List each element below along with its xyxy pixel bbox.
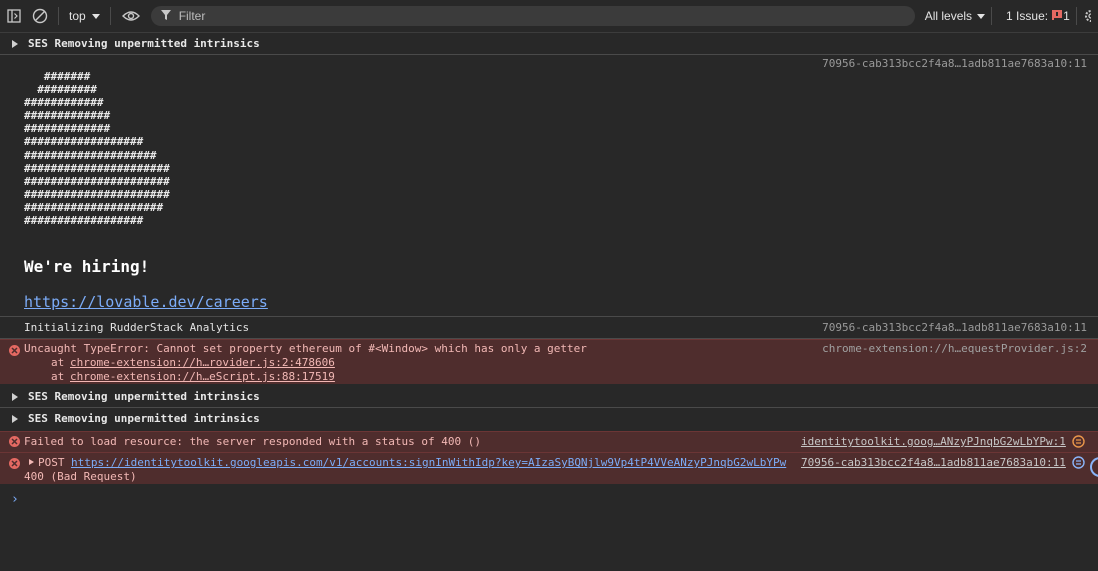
floating-assistant-icon[interactable] — [1090, 457, 1098, 477]
request-url-link[interactable]: https://identitytoolkit.googleapis.com/v… — [71, 456, 786, 469]
toolbar-divider — [109, 7, 111, 25]
stack-frame-link[interactable]: chrome-extension://h…eScript.js:88:17519 — [70, 370, 335, 383]
issue-flag-icon — [1052, 9, 1063, 23]
toolbar-divider — [991, 7, 993, 25]
issues-badge: 1 — [1052, 9, 1070, 23]
expand-triangle-icon[interactable] — [12, 40, 18, 48]
ascii-art-logo: ####### ######### ############ #########… — [24, 70, 170, 228]
network-request-icon[interactable] — [1072, 456, 1085, 472]
source-location[interactable]: 70956-cab313bcc2f4a8…1adb811ae7683a10:11 — [822, 57, 1087, 70]
group-label: SES Removing unpermitted intrinsics — [28, 412, 260, 425]
eye-icon[interactable] — [119, 4, 143, 28]
message-text: Initializing RudderStack Analytics — [24, 321, 250, 334]
clear-console-icon[interactable] — [28, 4, 52, 28]
toolbar-divider — [58, 7, 59, 25]
issues-count: 1 — [1063, 9, 1070, 23]
context-label: top — [69, 9, 86, 23]
source-location[interactable]: chrome-extension://h…equestProvider.js:2 — [822, 342, 1087, 355]
console-error-message: POST https://identitytoolkit.googleapis.… — [0, 452, 1098, 484]
stack-frame-link[interactable]: chrome-extension://h…rovider.js:2:478606 — [70, 356, 335, 369]
issues-button[interactable]: 1 Issue: 1 — [998, 9, 1070, 23]
console-error-message: Uncaught TypeError: Cannot set property … — [0, 339, 1098, 384]
console-message-group[interactable]: SES Removing unpermitted intrinsics — [0, 386, 1098, 408]
console-toolbar: top All levels 1 Issue: 1 — [0, 0, 1098, 33]
toolbar-divider — [1075, 7, 1077, 25]
stack-frame-prefix: at — [51, 356, 65, 369]
console-message: Initializing RudderStack Analytics 70956… — [0, 317, 1098, 339]
careers-link[interactable]: https://lovable.dev/careers — [24, 293, 268, 311]
filter-icon — [160, 9, 171, 23]
log-levels-label: All levels — [924, 9, 973, 23]
group-label: SES Removing unpermitted intrinsics — [28, 390, 260, 403]
console-message-source-row: 70956-cab313bcc2f4a8…1adb811ae7683a10:11 — [0, 56, 1098, 70]
error-text: Uncaught TypeError: Cannot set property … — [24, 342, 587, 355]
request-method: POST — [38, 456, 65, 469]
source-location[interactable]: 70956-cab313bcc2f4a8…1adb811ae7683a10:11 — [822, 321, 1087, 334]
network-request-icon[interactable] — [1072, 435, 1085, 451]
error-text: Failed to load resource: the server resp… — [24, 435, 481, 448]
source-location-link[interactable]: identitytoolkit.goog…ANzyPJnqbG2wLbYPw:1 — [801, 435, 1066, 448]
filter-input[interactable] — [176, 8, 781, 24]
error-icon — [9, 458, 20, 469]
issues-label: 1 Issue: — [1006, 9, 1049, 23]
group-label: SES Removing unpermitted intrinsics — [28, 37, 260, 50]
chevron-down-icon — [977, 9, 986, 23]
expand-triangle-icon[interactable] — [12, 415, 18, 423]
console-error-message: Failed to load resource: the server resp… — [0, 431, 1098, 452]
prompt-chevron-icon: › — [11, 492, 19, 507]
console-message-group[interactable]: SES Removing unpermitted intrinsics — [0, 408, 1098, 431]
expand-triangle-icon[interactable] — [12, 393, 18, 401]
error-icon — [9, 345, 20, 356]
hiring-message: We're hiring! — [24, 257, 150, 276]
source-location-link[interactable]: 70956-cab313bcc2f4a8…1adb811ae7683a10:11 — [801, 456, 1066, 469]
response-status: 400 (Bad Request) — [24, 470, 137, 483]
console-message-group[interactable]: SES Removing unpermitted intrinsics — [0, 33, 1098, 55]
stack-frame-prefix: at — [51, 370, 65, 383]
chevron-down-icon — [91, 9, 100, 23]
log-levels-dropdown[interactable]: All levels — [924, 9, 986, 23]
filter-field[interactable] — [150, 6, 915, 26]
context-selector[interactable]: top — [65, 9, 104, 23]
settings-gear-icon[interactable] — [1083, 8, 1091, 24]
console-prompt[interactable]: › — [0, 492, 1098, 508]
sidebar-toggle-icon[interactable] — [2, 4, 26, 28]
expand-triangle-icon[interactable] — [29, 459, 34, 465]
error-icon — [9, 436, 20, 447]
